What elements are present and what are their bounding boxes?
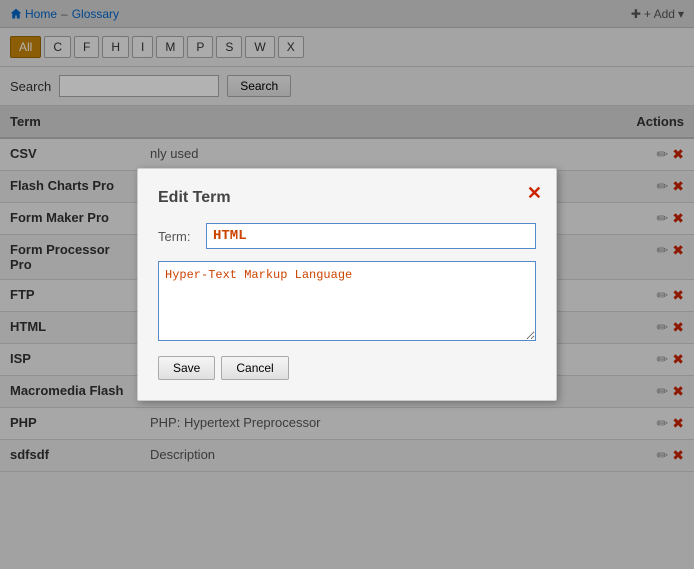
cancel-button[interactable]: Cancel [221, 356, 288, 380]
definition-field [158, 261, 536, 344]
modal-close-button[interactable]: ✕ [527, 183, 542, 204]
modal-title: Edit Term [158, 189, 536, 207]
edit-term-modal: Edit Term ✕ Term: Save Cancel [137, 168, 557, 401]
save-button[interactable]: Save [158, 356, 215, 380]
definition-textarea[interactable] [158, 261, 536, 341]
term-field-row: Term: [158, 223, 536, 249]
modal-overlay: Edit Term ✕ Term: Save Cancel [0, 0, 694, 569]
term-input[interactable] [206, 223, 536, 249]
term-field-label: Term: [158, 229, 198, 244]
modal-actions: Save Cancel [158, 356, 536, 380]
